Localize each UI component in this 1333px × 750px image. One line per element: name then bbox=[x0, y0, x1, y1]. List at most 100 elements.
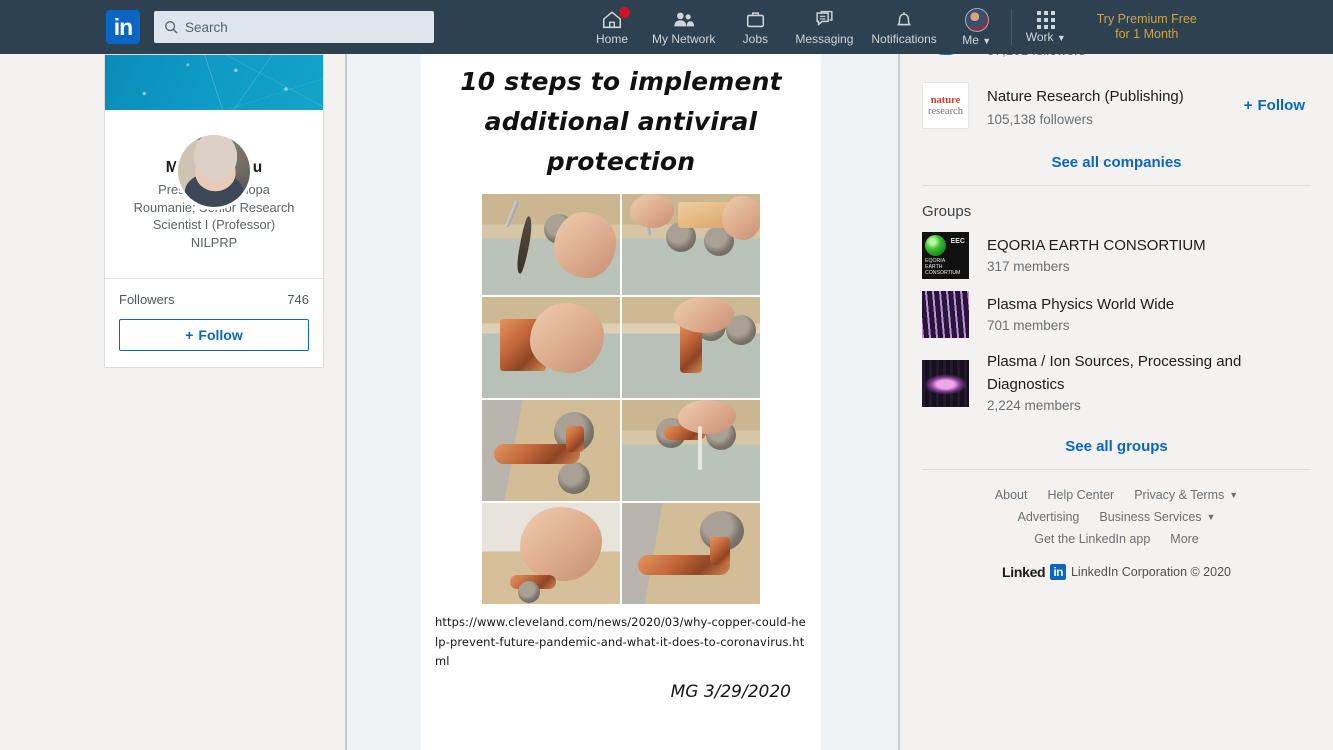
followers-label: Followers bbox=[119, 292, 175, 307]
left-sidebar: Mihai Ganciu President of Amopa Roumanie… bbox=[104, 54, 324, 368]
chevron-down-icon: ▼ bbox=[1206, 512, 1216, 522]
follow-button-wrap: + Follow bbox=[105, 307, 323, 367]
chevron-down-icon: ▼ bbox=[1056, 32, 1066, 43]
nature-logo-top: nature bbox=[930, 94, 961, 106]
collage-cell bbox=[622, 400, 760, 501]
chevron-down-icon: ▼ bbox=[1229, 490, 1239, 500]
post-title-line-2: additional antiviral protection bbox=[484, 107, 758, 176]
nav-divider bbox=[1010, 9, 1012, 45]
post-content: 10 steps to implement additional antivir… bbox=[421, 54, 821, 750]
collage-cell bbox=[622, 297, 760, 398]
company-follow-button[interactable]: + Follow bbox=[1244, 97, 1311, 114]
profile-card: Mihai Ganciu President of Amopa Roumanie… bbox=[104, 54, 324, 368]
plus-icon: + bbox=[185, 327, 194, 343]
footer-link-more[interactable]: More bbox=[1170, 532, 1198, 546]
nav-item-my-network[interactable]: My Network bbox=[643, 0, 724, 54]
group-name: Plasma / Ion Sources, Processing and Dia… bbox=[987, 353, 1242, 393]
post-image-collage[interactable] bbox=[482, 194, 760, 604]
footer-row-3: Get the LinkedIn app More bbox=[922, 528, 1311, 550]
eqoria-earth-consortium-logo-icon: EEC EQORIA EARTH CONSORTIUM bbox=[922, 232, 969, 279]
nav-item-home[interactable]: Home bbox=[581, 0, 643, 54]
nav-items: Home My Network Jobs Messaging Notificat… bbox=[581, 0, 1203, 54]
people-icon bbox=[674, 12, 694, 26]
see-all-groups-link[interactable]: See all groups bbox=[922, 422, 1311, 469]
group-text: EQORIA EARTH CONSORTIUM 317 members bbox=[987, 234, 1206, 277]
home-notification-badge bbox=[618, 6, 631, 19]
nav-item-messaging[interactable]: Messaging bbox=[786, 0, 862, 54]
nav-label-jobs: Jobs bbox=[742, 31, 769, 46]
nav-item-work[interactable]: Work ▼ bbox=[1015, 0, 1077, 54]
follow-button[interactable]: + Follow bbox=[119, 319, 309, 351]
group-text: Plasma / Ion Sources, Processing and Dia… bbox=[987, 350, 1287, 416]
nav-label-home: Home bbox=[595, 31, 628, 46]
apps-grid-icon bbox=[1036, 10, 1055, 29]
plasma-physics-logo-icon bbox=[922, 291, 969, 338]
company-text: Nature Research (Publishing) 105,138 fol… bbox=[987, 83, 1244, 129]
footer-link-get-app[interactable]: Get the LinkedIn app bbox=[1034, 532, 1150, 546]
search-input[interactable] bbox=[185, 19, 424, 35]
footer-row-2: Advertising Business Services ▼ bbox=[922, 506, 1311, 528]
group-members: 2,224 members bbox=[987, 398, 1081, 413]
nature-research-logo-icon: nature research bbox=[922, 82, 969, 129]
followers-count: 746 bbox=[287, 292, 309, 307]
company-name: Nature Research (Publishing) bbox=[987, 87, 1184, 105]
groups-heading: Groups bbox=[922, 203, 972, 220]
bell-icon bbox=[896, 11, 912, 25]
footer-link-privacy-terms[interactable]: Privacy & Terms ▼ bbox=[1134, 488, 1238, 502]
footer-copyright: LinkedIn Corporation © 2020 bbox=[1070, 565, 1231, 579]
premium-line-1: Try Premium Free bbox=[1096, 12, 1197, 26]
collage-cell bbox=[622, 194, 760, 295]
search-box[interactable] bbox=[154, 11, 434, 43]
banner-network-pattern bbox=[105, 55, 323, 110]
group-item-plasma-physics[interactable]: Plasma Physics World Wide 701 members bbox=[922, 285, 1311, 344]
nav-label-messaging: Messaging bbox=[795, 31, 854, 46]
group-item-plasma-ion-sources[interactable]: Plasma / Ion Sources, Processing and Dia… bbox=[922, 344, 1311, 422]
footer-link-about[interactable]: About bbox=[995, 488, 1028, 502]
linkedin-logo-icon: in bbox=[1050, 564, 1066, 580]
group-name: EQORIA EARTH CONSORTIUM bbox=[987, 237, 1206, 254]
nav-item-jobs[interactable]: Jobs bbox=[724, 0, 786, 54]
premium-line-2: for 1 Month bbox=[1115, 27, 1179, 41]
group-members: 317 members bbox=[987, 259, 1070, 274]
footer-link-business-services[interactable]: Business Services ▼ bbox=[1099, 510, 1215, 524]
footer-row-1: About Help Center Privacy & Terms ▼ bbox=[922, 484, 1311, 506]
group-name: Plasma Physics World Wide bbox=[987, 296, 1175, 313]
group-item-eqoria[interactable]: EEC EQORIA EARTH CONSORTIUM EQORIA EARTH… bbox=[922, 226, 1311, 285]
collage-cell bbox=[482, 400, 620, 501]
company-followers: 105,138 followers bbox=[987, 111, 1093, 127]
footer-link-advertising[interactable]: Advertising bbox=[1018, 510, 1080, 524]
post-source-url[interactable]: https://www.cleveland.com/news/2020/03/w… bbox=[435, 613, 807, 672]
post-signature: MG 3/29/2020 bbox=[670, 681, 791, 702]
plus-icon: + bbox=[1243, 97, 1253, 114]
center-column: 10 steps to implement additional antivir… bbox=[347, 54, 898, 750]
linkedin-logo-icon[interactable]: in bbox=[106, 10, 140, 44]
top-navbar: in Home My Network bbox=[0, 0, 1333, 54]
nav-item-me[interactable]: Me ▼ bbox=[946, 0, 1008, 54]
chevron-down-icon: ▼ bbox=[982, 35, 992, 46]
nav-item-notifications[interactable]: Notifications bbox=[862, 0, 945, 54]
nav-label-work: Work bbox=[1025, 29, 1054, 44]
profile-avatar[interactable] bbox=[175, 132, 253, 210]
footer-link-help-center[interactable]: Help Center bbox=[1047, 488, 1114, 502]
company-follow-label: Follow bbox=[1257, 97, 1306, 114]
collage-cell bbox=[482, 297, 620, 398]
nav-label-my-network: My Network bbox=[652, 31, 716, 46]
nav-label-me: Me bbox=[962, 32, 979, 47]
briefcase-icon bbox=[746, 11, 764, 27]
group-members: 701 members bbox=[987, 318, 1070, 333]
search-icon bbox=[165, 21, 178, 34]
right-sidebar: 57,101 followers nature research Nature … bbox=[900, 43, 1333, 750]
post-title-line-1: 10 steps to implement bbox=[460, 67, 782, 96]
company-item-nature-research[interactable]: nature research Nature Research (Publish… bbox=[922, 73, 1311, 138]
green-orb-icon bbox=[925, 235, 946, 256]
footer-link-business-services-label: Business Services bbox=[1099, 510, 1202, 524]
see-all-companies-link[interactable]: See all companies bbox=[922, 138, 1311, 185]
post-title: 10 steps to implement additional antivir… bbox=[421, 54, 821, 182]
collage-cell bbox=[482, 194, 620, 295]
collage-cell bbox=[482, 503, 620, 604]
footer: About Help Center Privacy & Terms ▼ Adve… bbox=[922, 470, 1311, 580]
followers-row: Followers 746 bbox=[105, 279, 323, 307]
try-premium-link[interactable]: Try Premium Free for 1 Month bbox=[1091, 12, 1203, 42]
nature-logo-bottom: research bbox=[928, 105, 963, 117]
footer-brand-word: Linked bbox=[1001, 564, 1046, 580]
